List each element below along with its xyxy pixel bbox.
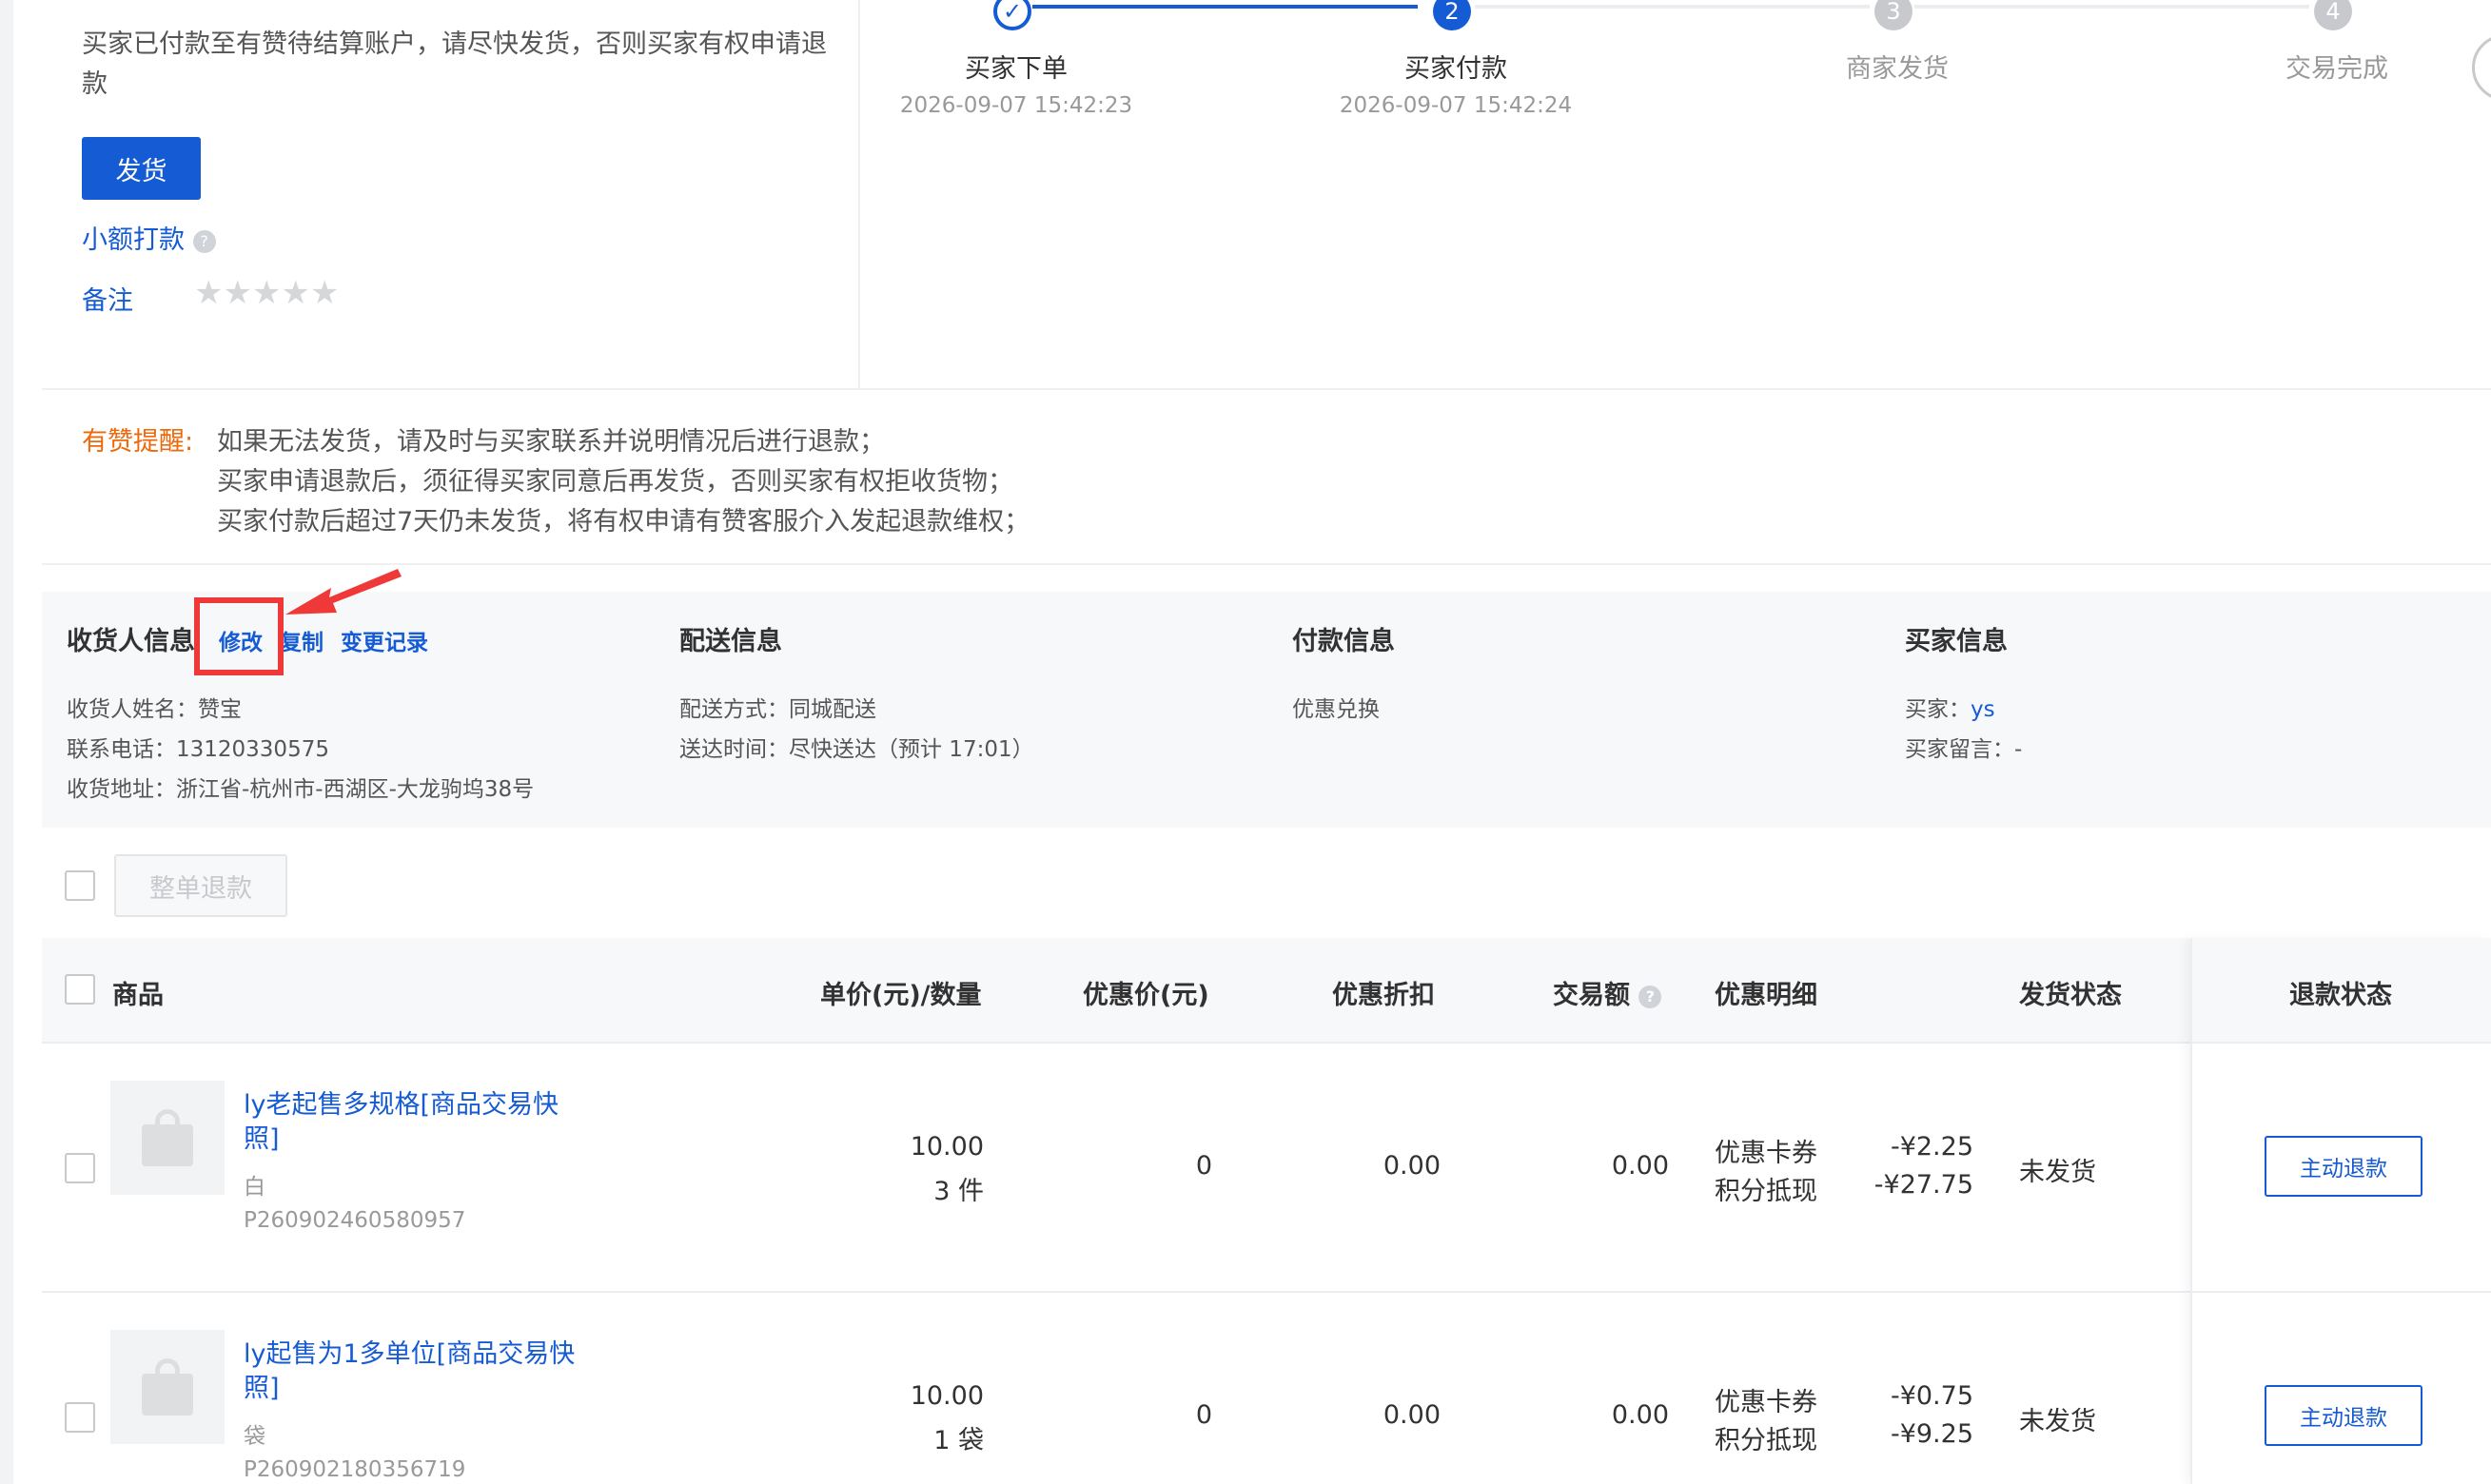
row-divider (42, 1042, 2491, 1044)
col-product: 商品 (112, 981, 164, 1010)
reminder-line: 如果无法发货，请及时与买家联系并说明情况后进行退款； (217, 427, 885, 457)
discount-rate: 0.00 (1383, 1151, 1441, 1181)
step-3-label: 商家发货 (1846, 54, 1949, 84)
delivery-method: 配送方式：同城配送 (679, 697, 876, 722)
discount-price: 0 (1195, 1400, 1212, 1430)
section-divider (42, 563, 2491, 565)
shopping-bag-icon (142, 1358, 193, 1416)
discount-rate: 0.00 (1383, 1400, 1441, 1430)
step-2-marker: 2 (1433, 0, 1471, 30)
row-checkbox[interactable] (65, 1402, 95, 1433)
ship-status: 未发货 (2019, 1158, 2096, 1187)
row-divider (42, 1291, 2491, 1293)
product-name-link[interactable]: ly老起售多规格[商品交易快照] (244, 1088, 577, 1157)
delivery-time: 送达时间：尽快送达（预计 17:01） (679, 737, 1034, 762)
col-discount: 优惠折扣 (1332, 981, 1435, 1010)
promo-value: -¥27.75 (1873, 1170, 1973, 1200)
product-sku: 白 (244, 1175, 265, 1200)
reminder-line: 买家付款后超过7天仍未发货，将有权申请有赞客服介入发起退款维权； (217, 507, 1030, 537)
remark-star-rating[interactable]: ★★★★★ (194, 274, 339, 312)
help-icon[interactable]: ? (192, 229, 216, 253)
receiver-phone: 联系电话：13120330575 (67, 737, 329, 762)
col-discount-price: 优惠价(元) (1083, 981, 1209, 1010)
step-4-label: 交易完成 (2285, 54, 2388, 84)
step-1-time: 2026-09-07 15:42:23 (899, 93, 1133, 118)
shopping-bag-icon (142, 1109, 193, 1166)
small-payment-link[interactable]: 小额打款 (82, 225, 185, 255)
side-circle-button[interactable] (2472, 34, 2491, 101)
step-2-label: 买家付款 (1404, 54, 1507, 84)
product-name-link[interactable]: ly起售为1多单位[商品交易快照] (244, 1338, 586, 1406)
annotation-highlight-box (194, 597, 284, 675)
col-ship-status: 发货状态 (2019, 981, 2122, 1010)
remark-link[interactable]: 备注 (82, 280, 133, 317)
buyer-name-link[interactable]: ys (1971, 697, 1995, 722)
payment-info-title: 付款信息 (1292, 627, 1395, 656)
step-3-marker: 3 (1874, 0, 1912, 30)
ship-status: 未发货 (2019, 1407, 2096, 1436)
col-amount: 交易额 (1553, 981, 1630, 1010)
left-edge-bar (0, 0, 13, 1484)
payment-method: 优惠兑换 (1292, 697, 1380, 722)
discount-price: 0 (1195, 1151, 1212, 1181)
small-payment-row: 小额打款 ? (82, 219, 216, 256)
promo-label: 优惠卡券 (1715, 1388, 1817, 1417)
step-1-label: 买家下单 (965, 54, 1068, 84)
section-divider (42, 388, 2491, 390)
product-thumbnail[interactable] (110, 1330, 225, 1444)
star-icon[interactable]: ★ (281, 274, 309, 312)
promo-value: -¥9.25 (1890, 1419, 1973, 1449)
order-status-description: 买家已付款至有赞待结算账户，请尽快发货，否则买家有权申请退款 (82, 29, 827, 99)
buyer-label: 买家： (1905, 697, 1971, 722)
product-code: P260902460580957 (244, 1208, 466, 1233)
step-connector (1914, 5, 2309, 9)
buyer-name-row: 买家：ys (1905, 691, 1995, 723)
promo-value: -¥2.25 (1890, 1132, 1973, 1162)
section-divider (858, 0, 860, 388)
receiver-info-title: 收货人信息 (67, 627, 195, 656)
bulk-refund-button[interactable]: 整单退款 (114, 854, 287, 917)
star-icon[interactable]: ★ (310, 274, 339, 312)
unit-price: 10.00 (910, 1132, 984, 1162)
product-code: P260902180356719 (244, 1457, 466, 1482)
quantity: 3 件 (933, 1177, 984, 1206)
col-price-qty: 单价(元)/数量 (820, 981, 982, 1010)
unit-price: 10.00 (910, 1381, 984, 1411)
col-amount-row: 交易额 ? (1553, 974, 1662, 1011)
buyer-info-title: 买家信息 (1905, 627, 2008, 656)
step-1-done-icon: ✓ (993, 0, 1031, 30)
col-discount-detail: 优惠明细 (1715, 981, 1817, 1010)
receiver-name: 收货人姓名：赞宝 (67, 697, 242, 722)
step-connector (1032, 5, 1418, 9)
quantity: 1 袋 (933, 1426, 984, 1455)
row-checkbox[interactable] (65, 1153, 95, 1183)
select-all-checkbox[interactable] (65, 870, 95, 901)
header-checkbox[interactable] (65, 974, 95, 1005)
star-icon[interactable]: ★ (252, 274, 281, 312)
help-icon[interactable]: ? (1638, 985, 1662, 1008)
buyer-message: 买家留言：- (1905, 737, 2023, 762)
transaction-amount: 0.00 (1611, 1151, 1669, 1181)
promo-label: 积分抵现 (1715, 1177, 1817, 1206)
transaction-amount: 0.00 (1611, 1400, 1669, 1430)
promo-label: 优惠卡券 (1715, 1139, 1817, 1168)
promo-label: 积分抵现 (1715, 1426, 1817, 1455)
refund-column-sticky-edge (2190, 938, 2491, 1484)
receiver-address: 收货地址：浙江省-杭州市-西湖区-大龙驹坞38号 (67, 777, 535, 802)
ship-button[interactable]: 发货 (82, 137, 201, 200)
star-icon[interactable]: ★ (223, 274, 251, 312)
step-4-marker: 4 (2314, 0, 2352, 30)
reminder-line: 买家申请退款后，须征得买家同意后再发货，否则买家有权拒收货物； (217, 467, 1013, 497)
reminder-title: 有赞提醒: (82, 427, 194, 457)
promo-value: -¥0.75 (1890, 1381, 1973, 1411)
product-thumbnail[interactable] (110, 1081, 225, 1195)
table-header (42, 938, 2491, 1043)
step-2-time: 2026-09-07 15:42:24 (1339, 93, 1573, 118)
delivery-info-title: 配送信息 (679, 627, 782, 656)
product-sku: 袋 (244, 1424, 265, 1449)
star-icon[interactable]: ★ (194, 274, 223, 312)
annotation-arrow-icon (285, 569, 402, 615)
step-connector (1475, 5, 1870, 9)
